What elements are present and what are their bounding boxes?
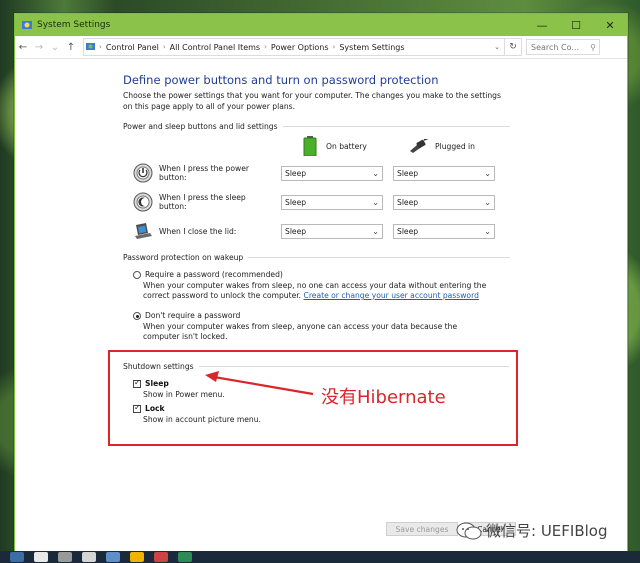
- sleep-button-battery-select[interactable]: Sleep ⌄: [281, 195, 383, 210]
- breadcrumb-item[interactable]: System Settings: [339, 43, 404, 52]
- taskbar-app-icon[interactable]: [130, 552, 144, 562]
- sleep-button-plugged-select[interactable]: Sleep ⌄: [393, 195, 495, 210]
- taskbar-app-icon[interactable]: [106, 552, 120, 562]
- chevron-down-icon: ⌄: [484, 198, 491, 207]
- select-value: Sleep: [285, 198, 307, 207]
- close-button[interactable]: ✕: [593, 14, 627, 36]
- section-title-text: Power and sleep buttons and lid settings: [123, 122, 278, 131]
- sleep-button-icon: [133, 192, 153, 212]
- page-intro: Choose the power settings that you want …: [123, 91, 501, 111]
- search-icon[interactable]: ⚲: [590, 43, 596, 52]
- back-arrow-icon[interactable]: ←: [15, 42, 31, 53]
- taskbar-app-icon[interactable]: [34, 552, 48, 562]
- power-button-battery-select[interactable]: Sleep ⌄: [281, 166, 383, 181]
- no-password-radio[interactable]: Don't require a password: [133, 311, 240, 320]
- search-input[interactable]: Search Co... ⚲: [526, 39, 600, 55]
- control-panel-icon: [22, 21, 32, 29]
- breadcrumb-item[interactable]: All Control Panel Items: [170, 43, 260, 52]
- buttons-section-title: Power and sleep buttons and lid settings: [123, 122, 510, 131]
- select-value: Sleep: [285, 169, 307, 178]
- chevron-down-icon: ⌄: [372, 198, 379, 207]
- select-value: Sleep: [397, 227, 419, 236]
- select-value: Sleep: [285, 227, 307, 236]
- power-button-label: When I press the power button:: [159, 164, 249, 182]
- breadcrumb-separator-icon: ›: [162, 43, 166, 51]
- save-changes-button[interactable]: Save changes: [386, 522, 458, 536]
- lid-label: When I close the lid:: [159, 226, 237, 236]
- chevron-down-icon: ⌄: [372, 169, 379, 178]
- section-title-text: Password protection on wakeup: [123, 253, 244, 262]
- forward-arrow-icon[interactable]: →: [31, 42, 47, 53]
- taskbar-app-icon[interactable]: [58, 552, 72, 562]
- breadcrumb-item[interactable]: Control Panel: [106, 43, 159, 52]
- breadcrumb-separator-icon: ›: [332, 43, 336, 51]
- breadcrumb[interactable]: › Control Panel › All Control Panel Item…: [83, 38, 505, 56]
- power-button-icon: [133, 163, 153, 183]
- search-placeholder: Search Co...: [531, 42, 579, 52]
- annotation-highlight-box: [108, 350, 518, 446]
- radio-button[interactable]: [133, 312, 141, 320]
- select-value: Sleep: [397, 169, 419, 178]
- breadcrumb-separator-icon: ›: [99, 43, 102, 51]
- power-button-row: When I press the power button:: [123, 163, 267, 183]
- taskbar: [0, 551, 640, 563]
- address-bar: ← → ⌄ ↑ › Control Panel › All Control Pa…: [15, 36, 627, 59]
- control-panel-small-icon: [86, 43, 95, 50]
- chevron-down-icon: ⌄: [372, 227, 379, 236]
- recent-chevron-icon[interactable]: ⌄: [47, 42, 63, 53]
- change-password-link[interactable]: Create or change your user account passw…: [304, 291, 479, 300]
- require-password-desc: When your computer wakes from sleep, no …: [143, 281, 503, 301]
- chevron-down-icon: ⌄: [484, 227, 491, 236]
- breadcrumb-separator-icon: ›: [264, 43, 267, 51]
- laptop-lid-icon: [135, 223, 152, 239]
- title-bar: System Settings — ☐ ✕: [15, 14, 627, 36]
- taskbar-app-icon[interactable]: [178, 552, 192, 562]
- taskbar-app-icon[interactable]: [154, 552, 168, 562]
- chevron-down-icon[interactable]: ⌄: [494, 43, 500, 51]
- plugged-in-label: Plugged in: [435, 141, 475, 151]
- chevron-down-icon: ⌄: [484, 169, 491, 178]
- password-section-title: Password protection on wakeup: [123, 253, 510, 262]
- radio-label: Require a password (recommended): [145, 270, 283, 279]
- up-arrow-icon[interactable]: ↑: [63, 42, 79, 53]
- plug-icon: [410, 139, 429, 153]
- plugged-in-header: Plugged in: [408, 139, 475, 153]
- taskbar-app-icon[interactable]: [10, 552, 24, 562]
- battery-icon: [303, 136, 317, 156]
- watermark-text: 微信号: UEFIBlog: [486, 522, 608, 540]
- maximize-button[interactable]: ☐: [559, 14, 593, 36]
- on-battery-header: On battery: [303, 136, 367, 156]
- lid-battery-select[interactable]: Sleep ⌄: [281, 224, 383, 239]
- lid-plugged-select[interactable]: Sleep ⌄: [393, 224, 495, 239]
- sleep-button-row: When I press the sleep button:: [123, 192, 267, 212]
- on-battery-label: On battery: [326, 141, 367, 151]
- lid-row: When I close the lid:: [123, 222, 267, 240]
- refresh-icon[interactable]: ↻: [505, 38, 522, 56]
- wechat-logo-icon: [456, 522, 482, 539]
- no-password-desc: When your computer wakes from sleep, any…: [143, 322, 458, 341]
- require-password-radio[interactable]: Require a password (recommended): [133, 270, 283, 279]
- taskbar-app-icon[interactable]: [82, 552, 96, 562]
- power-button-plugged-select[interactable]: Sleep ⌄: [393, 166, 495, 181]
- watermark: 微信号: UEFIBlog: [456, 520, 608, 541]
- window-title: System Settings: [37, 20, 111, 30]
- annotation-text: 没有Hibernate: [321, 387, 446, 408]
- select-value: Sleep: [397, 198, 419, 207]
- radio-label: Don't require a password: [145, 311, 241, 320]
- radio-button[interactable]: [133, 271, 141, 279]
- sleep-button-label: When I press the sleep button:: [159, 193, 246, 211]
- minimize-button[interactable]: —: [525, 14, 559, 36]
- page-title: Define power buttons and turn on passwor…: [123, 73, 439, 87]
- breadcrumb-item[interactable]: Power Options: [271, 43, 329, 52]
